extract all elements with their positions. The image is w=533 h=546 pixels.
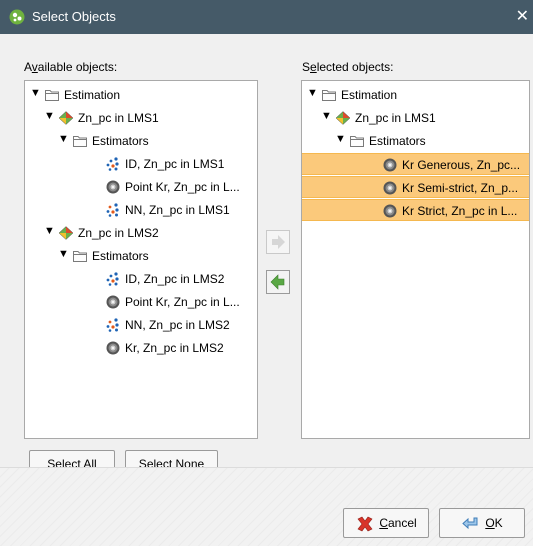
tree-item-label: Point Kr, Zn_pc in L... bbox=[125, 180, 240, 194]
remove-selected-button[interactable] bbox=[266, 270, 290, 294]
selected-tree-item[interactable]: Kr Semi-strict, Zn_p... bbox=[302, 176, 529, 198]
tree-item-label: Estimators bbox=[92, 134, 149, 148]
available-tree-item[interactable]: NN, Zn_pc in LMS2 bbox=[25, 314, 257, 336]
cancel-icon bbox=[357, 516, 373, 532]
available-tree-item[interactable]: ▼ Zn_pc in LMS2 bbox=[25, 222, 257, 244]
available-tree-item[interactable]: ID, Zn_pc in LMS1 bbox=[25, 153, 257, 175]
available-tree-item[interactable]: NN, Zn_pc in LMS1 bbox=[25, 199, 257, 221]
available-tree-item[interactable]: Kr, Zn_pc in LMS2 bbox=[25, 337, 257, 359]
expand-arrow-icon[interactable]: ▼ bbox=[44, 225, 55, 237]
available-tree-item[interactable]: Point Kr, Zn_pc in L... bbox=[25, 291, 257, 313]
tree-item-label: Estimation bbox=[341, 88, 398, 102]
tree-item-label: Zn_pc in LMS1 bbox=[78, 111, 159, 125]
kriging-estimator-icon bbox=[105, 294, 121, 310]
expand-arrow-icon[interactable]: ▼ bbox=[58, 248, 69, 260]
folder-icon bbox=[44, 87, 60, 103]
nn-estimator-icon bbox=[105, 202, 121, 218]
tree-item-label: Kr, Zn_pc in LMS2 bbox=[125, 341, 224, 355]
selected-objects-label: Selected objects: bbox=[302, 60, 394, 74]
selected-tree-item[interactable]: Kr Strict, Zn_pc in L... bbox=[302, 199, 529, 221]
add-selected-button[interactable] bbox=[266, 230, 290, 254]
id-estimator-icon bbox=[105, 271, 121, 287]
expand-arrow-icon[interactable]: ▼ bbox=[30, 87, 41, 99]
available-tree-item[interactable]: ▼ Zn_pc in LMS1 bbox=[25, 107, 257, 129]
kriging-estimator-icon bbox=[382, 157, 398, 173]
tree-item-label: Zn_pc in LMS1 bbox=[355, 111, 436, 125]
estimation-model-icon bbox=[58, 110, 74, 126]
window-title: Select Objects bbox=[32, 9, 116, 24]
id-estimator-icon bbox=[105, 156, 121, 172]
available-tree-item[interactable]: ▼ Estimators bbox=[25, 245, 257, 267]
tree-item-label: Estimators bbox=[369, 134, 426, 148]
tree-item-label: Kr Strict, Zn_pc in L... bbox=[402, 204, 518, 218]
close-icon[interactable]: ✕ bbox=[516, 6, 529, 26]
available-tree-item[interactable]: ▼ Estimators bbox=[25, 130, 257, 152]
tree-item-label: ID, Zn_pc in LMS1 bbox=[125, 157, 225, 171]
tree-item-label: Point Kr, Zn_pc in L... bbox=[125, 295, 240, 309]
available-objects-tree[interactable]: ▼ Estimation ▼ Zn_pc in LMS1 ▼ Estimators ID, … bbox=[24, 80, 258, 439]
ok-button[interactable]: OK bbox=[439, 508, 525, 538]
tree-item-label: Kr Generous, Zn_pc... bbox=[402, 158, 521, 172]
available-tree-item[interactable]: ▼ Estimation bbox=[25, 84, 257, 106]
selected-objects-tree[interactable]: ▼ Estimation ▼ Zn_pc in LMS1 ▼ Estimators Kr G… bbox=[301, 80, 530, 439]
kriging-estimator-icon bbox=[382, 203, 398, 219]
folder-icon bbox=[349, 133, 365, 149]
arrow-right-icon bbox=[272, 235, 285, 249]
tree-item-label: Kr Semi-strict, Zn_p... bbox=[402, 181, 519, 195]
return-arrow-icon bbox=[462, 517, 478, 529]
selected-tree-item[interactable]: ▼ Estimation bbox=[302, 84, 529, 106]
tree-item-label: Estimators bbox=[92, 249, 149, 263]
expand-arrow-icon[interactable]: ▼ bbox=[307, 87, 318, 99]
expand-arrow-icon[interactable]: ▼ bbox=[335, 133, 346, 145]
app-logo-icon bbox=[9, 9, 25, 25]
selected-tree-item[interactable]: Kr Generous, Zn_pc... bbox=[302, 153, 529, 175]
tree-item-label: Estimation bbox=[64, 88, 121, 102]
available-objects-label: Available objects: bbox=[24, 60, 118, 74]
tree-item-label: NN, Zn_pc in LMS1 bbox=[125, 203, 230, 217]
tree-item-label: ID, Zn_pc in LMS2 bbox=[125, 272, 225, 286]
kriging-estimator-icon bbox=[105, 179, 121, 195]
title-bar: Select Objects ✕ bbox=[0, 0, 533, 34]
kriging-estimator-icon bbox=[105, 340, 121, 356]
arrow-left-icon bbox=[270, 274, 285, 290]
nn-estimator-icon bbox=[105, 317, 121, 333]
selected-tree-item[interactable]: ▼ Estimators bbox=[302, 130, 529, 152]
tree-item-label: NN, Zn_pc in LMS2 bbox=[125, 318, 230, 332]
available-tree-item[interactable]: Point Kr, Zn_pc in L... bbox=[25, 176, 257, 198]
available-tree-item[interactable]: ID, Zn_pc in LMS2 bbox=[25, 268, 257, 290]
selected-tree-item[interactable]: ▼ Zn_pc in LMS1 bbox=[302, 107, 529, 129]
dialog-footer: Cancel OK bbox=[0, 467, 533, 546]
estimation-model-icon bbox=[335, 110, 351, 126]
cancel-button[interactable]: Cancel bbox=[343, 508, 429, 538]
estimation-model-icon bbox=[58, 225, 74, 241]
tree-item-label: Zn_pc in LMS2 bbox=[78, 226, 159, 240]
expand-arrow-icon[interactable]: ▼ bbox=[58, 133, 69, 145]
folder-icon bbox=[72, 133, 88, 149]
expand-arrow-icon[interactable]: ▼ bbox=[44, 110, 55, 122]
folder-icon bbox=[321, 87, 337, 103]
kriging-estimator-icon bbox=[382, 180, 398, 196]
folder-icon bbox=[72, 248, 88, 264]
expand-arrow-icon[interactable]: ▼ bbox=[321, 110, 332, 122]
